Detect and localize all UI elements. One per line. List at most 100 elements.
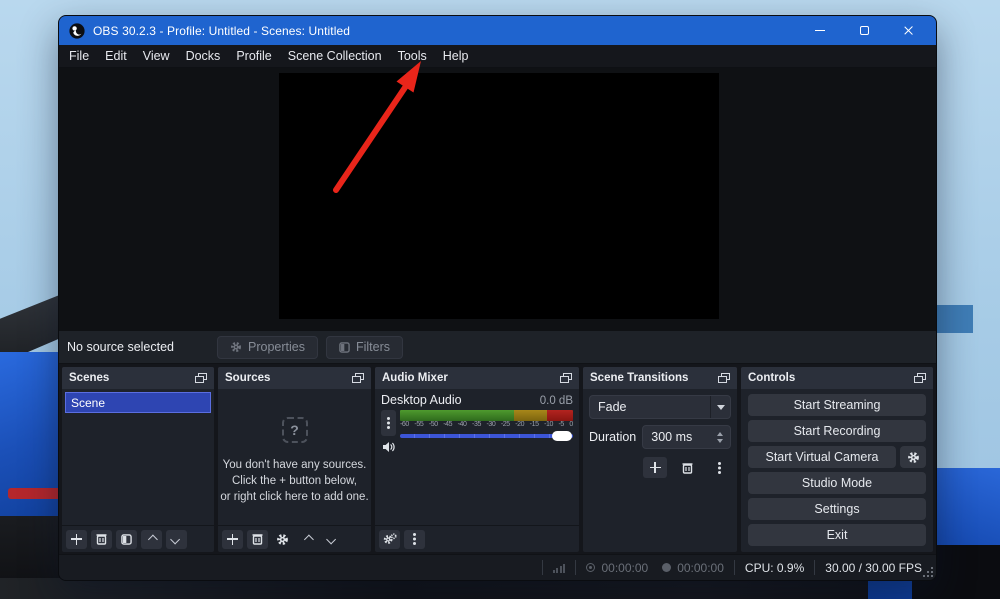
source-toolbar: No source selected Properties Filters: [59, 331, 936, 364]
settings-button[interactable]: Settings: [748, 498, 926, 520]
add-transition-button[interactable]: [643, 457, 667, 478]
menu-edit[interactable]: Edit: [97, 45, 135, 67]
sources-toolbar: [218, 525, 371, 552]
controls-panel-header[interactable]: Controls: [741, 367, 933, 389]
sources-empty-line: You don't have any sources.: [218, 457, 371, 473]
gear-icon: [276, 533, 289, 546]
move-source-up-button[interactable]: [297, 530, 318, 549]
volume-slider[interactable]: [400, 431, 573, 441]
move-source-down-button[interactable]: [322, 530, 343, 549]
scale-tick: -60: [400, 421, 409, 428]
add-source-button[interactable]: [222, 530, 243, 549]
sources-empty-line: or right click here to add one.: [218, 489, 371, 505]
trash-icon: [96, 533, 107, 545]
start-virtual-camera-button[interactable]: Start Virtual Camera: [748, 446, 896, 468]
scene-list-item[interactable]: Scene: [65, 392, 211, 413]
desktop-wallpaper: OBS 30.2.3 - Profile: Untitled - Scenes:…: [0, 0, 1000, 599]
minimize-button[interactable]: [798, 16, 842, 45]
resize-grip[interactable]: [931, 575, 933, 577]
scale-tick: -25: [501, 421, 510, 428]
menu-docks[interactable]: Docks: [178, 45, 229, 67]
slider-handle[interactable]: [552, 431, 572, 441]
exit-button[interactable]: Exit: [748, 524, 926, 546]
filters-button[interactable]: Filters: [326, 336, 403, 359]
menu-scene-collection[interactable]: Scene Collection: [280, 45, 390, 67]
menu-help[interactable]: Help: [435, 45, 477, 67]
menu-file[interactable]: File: [61, 45, 97, 67]
trash-icon: [682, 462, 693, 474]
transition-properties-button[interactable]: [707, 457, 731, 478]
scene-transitions-panel: Scene Transitions Fade Duration 300 ms: [583, 367, 737, 552]
obs-window: OBS 30.2.3 - Profile: Untitled - Scenes:…: [58, 15, 937, 581]
remove-scene-button[interactable]: [91, 530, 112, 549]
plus-icon: [227, 534, 238, 545]
start-streaming-button[interactable]: Start Streaming: [748, 394, 926, 416]
sources-empty-line: Click the + button below,: [218, 473, 371, 489]
scenes-panel-title: Scenes: [69, 372, 109, 384]
sources-panel: Sources ? You don't have any sources. Cl…: [218, 367, 371, 552]
scene-transitions-panel-header[interactable]: Scene Transitions: [583, 367, 737, 389]
scale-tick: -10: [544, 421, 553, 428]
source-properties-button[interactable]: [272, 530, 293, 549]
spin-down-icon[interactable]: [717, 439, 723, 443]
dock-area: Scenes Scene: [59, 364, 936, 554]
scene-transitions-panel-title: Scene Transitions: [590, 372, 688, 384]
menu-view[interactable]: View: [135, 45, 178, 67]
scene-filters-button[interactable]: [116, 530, 137, 549]
status-bar: 00:00:00 00:00:00 CPU: 0.9% 30.00 / 30.0…: [59, 554, 936, 580]
remove-transition-button[interactable]: [675, 457, 699, 478]
audio-mixer-panel-header[interactable]: Audio Mixer: [375, 367, 579, 389]
audio-options-button[interactable]: [381, 410, 396, 436]
menu-tools[interactable]: Tools: [390, 45, 435, 67]
studio-mode-button[interactable]: Studio Mode: [748, 472, 926, 494]
maximize-button[interactable]: [842, 16, 886, 45]
popout-icon: [718, 373, 730, 383]
transition-select[interactable]: Fade: [589, 395, 731, 419]
record-timer: 00:00:00: [662, 561, 724, 575]
dropdown-arrow: [710, 396, 730, 418]
controls-panel-title: Controls: [748, 372, 795, 384]
filters-icon: [121, 534, 132, 545]
spin-up-icon[interactable]: [717, 432, 723, 436]
menu-profile[interactable]: Profile: [228, 45, 279, 67]
virtual-camera-config-button[interactable]: [900, 446, 926, 468]
slider-track: [400, 434, 573, 438]
close-button[interactable]: [886, 16, 930, 45]
add-scene-button[interactable]: [66, 530, 87, 549]
sources-empty-state: ? You don't have any sources. Click the …: [218, 389, 371, 525]
separator: [734, 560, 735, 575]
popout-icon: [352, 373, 364, 383]
duration-spinbox[interactable]: 300 ms: [642, 425, 731, 449]
kebab-menu-icon: [718, 462, 721, 465]
remove-source-button[interactable]: [247, 530, 268, 549]
gear-icon: [907, 451, 920, 464]
advanced-audio-button[interactable]: [379, 530, 400, 549]
mute-button[interactable]: [381, 439, 396, 454]
kebab-menu-icon: [413, 533, 416, 536]
chevron-up-icon: [304, 534, 314, 544]
meter-scale: -60 -55 -50 -45 -40 -35 -30 -25 -20 -15: [400, 421, 573, 428]
sources-list[interactable]: ? You don't have any sources. Click the …: [218, 389, 371, 525]
move-scene-down-button[interactable]: [166, 530, 187, 549]
preview-canvas[interactable]: [279, 73, 719, 319]
wallpaper-bottom-shadow: [0, 578, 1000, 599]
properties-button[interactable]: Properties: [217, 336, 318, 359]
transition-selected-value: Fade: [590, 400, 627, 414]
scenes-panel-header[interactable]: Scenes: [62, 367, 214, 389]
scale-tick: -35: [472, 421, 481, 428]
popout-icon: [195, 373, 207, 383]
plus-icon: [650, 462, 661, 473]
start-recording-button[interactable]: Start Recording: [748, 420, 926, 442]
controls-panel: Controls Start Streaming Start Recording…: [741, 367, 933, 552]
scale-tick: 0: [569, 421, 573, 428]
signal-bars-icon: [553, 563, 566, 573]
plus-icon: [71, 534, 82, 545]
titlebar[interactable]: OBS 30.2.3 - Profile: Untitled - Scenes:…: [59, 16, 936, 45]
duration-value: 300 ms: [643, 430, 692, 444]
move-scene-up-button[interactable]: [141, 530, 162, 549]
scenes-panel: Scenes Scene: [62, 367, 214, 552]
preview-area: [59, 68, 936, 331]
sources-panel-header[interactable]: Sources: [218, 367, 371, 389]
minimize-icon: [815, 30, 825, 31]
mixer-menu-button[interactable]: [404, 530, 425, 549]
